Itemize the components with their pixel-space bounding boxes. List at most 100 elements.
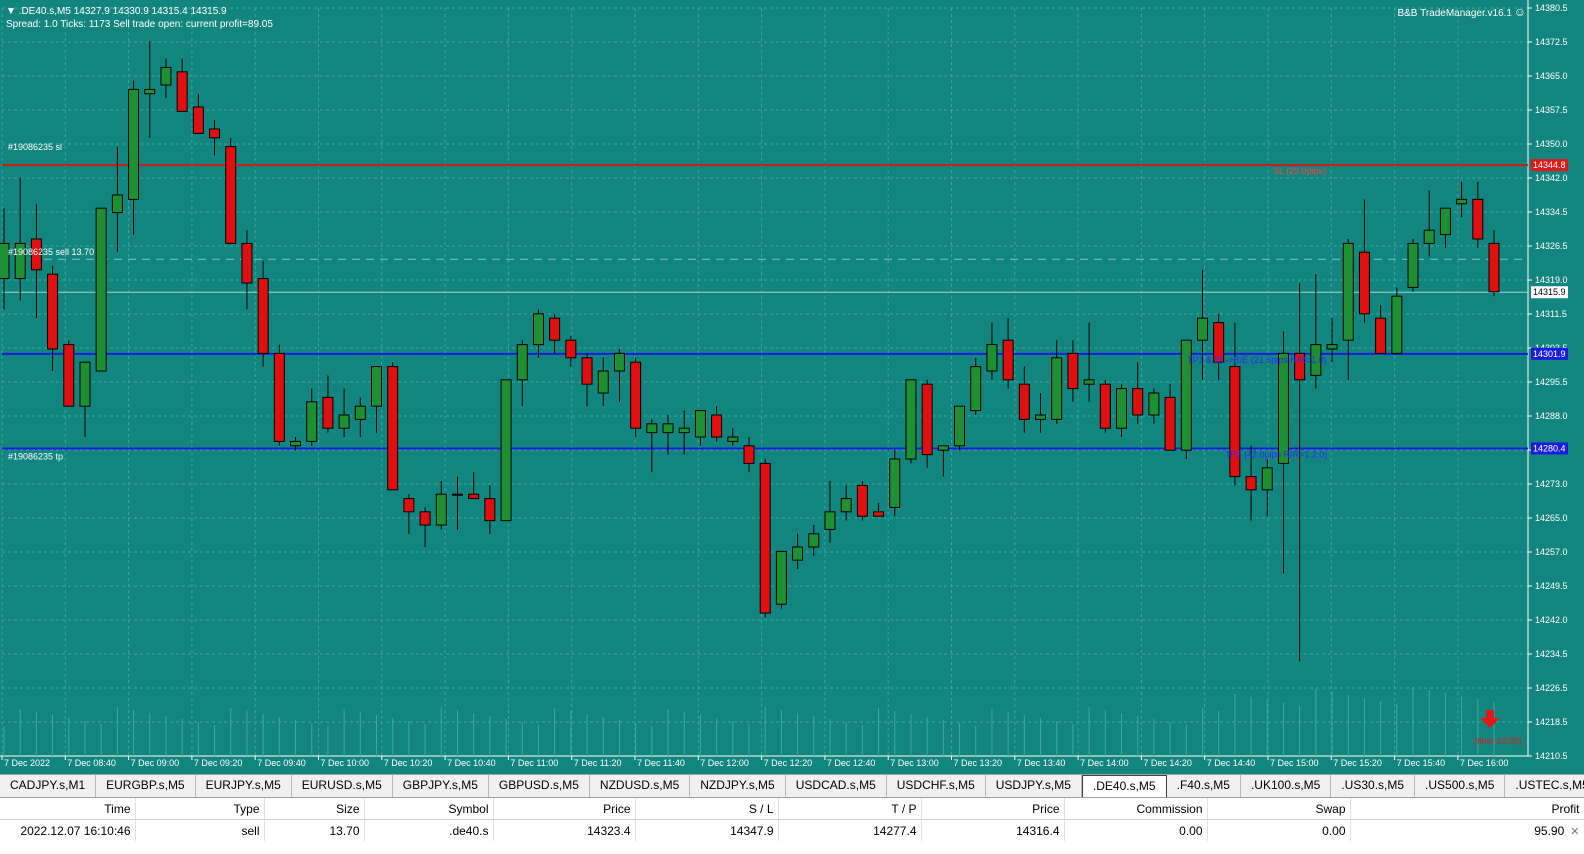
bull-candle[interactable] [111, 194, 123, 214]
bear-candle[interactable] [1375, 317, 1387, 354]
bull-candle[interactable] [613, 352, 625, 372]
bull-candle[interactable] [937, 445, 949, 451]
bull-candle[interactable] [986, 344, 998, 372]
column-header[interactable]: Time [0, 798, 136, 820]
bear-candle[interactable] [257, 278, 269, 354]
bull-candle[interactable] [775, 550, 787, 605]
bull-candle[interactable] [306, 401, 318, 442]
bull-candle[interactable] [678, 427, 690, 434]
close-icon[interactable]: ✕ [1570, 826, 1579, 838]
symbol-tab[interactable]: EURGBP.s,M5 [96, 775, 196, 797]
column-header[interactable]: Price [493, 798, 636, 820]
bear-candle[interactable] [47, 273, 59, 350]
bull-candle[interactable] [1407, 242, 1419, 288]
bear-candle[interactable] [1099, 383, 1111, 429]
bear-candle[interactable] [192, 106, 204, 134]
bull-candle[interactable] [1326, 344, 1338, 350]
bull-candle[interactable] [808, 533, 820, 548]
bear-candle[interactable] [1229, 366, 1241, 478]
bull-candle[interactable] [160, 66, 172, 86]
bull-candle[interactable] [1116, 388, 1127, 429]
bear-candle[interactable] [1018, 383, 1030, 420]
bull-candle[interactable] [1456, 198, 1468, 205]
bear-candle[interactable] [1067, 352, 1079, 390]
bear-candle[interactable] [759, 462, 771, 614]
bull-candle[interactable] [532, 313, 544, 346]
symbol-tab[interactable]: NZDJPY.s,M5 [690, 775, 786, 797]
bear-candle[interactable] [209, 128, 221, 139]
column-header[interactable]: S / L [635, 798, 779, 820]
bear-candle[interactable] [322, 396, 334, 429]
column-header[interactable]: Size [264, 798, 365, 820]
bear-candle[interactable] [1472, 198, 1484, 240]
symbol-tab[interactable]: .DE40.s,M5 [1081, 775, 1167, 797]
bull-candle[interactable] [1083, 379, 1095, 385]
bull-candle[interactable] [1391, 295, 1403, 354]
symbol-tab[interactable]: .US30.s,M5 [1331, 775, 1416, 797]
symbol-tab[interactable]: .US500.s,M5 [1415, 775, 1506, 797]
bear-candle[interactable] [711, 414, 723, 438]
bear-candle[interactable] [856, 484, 868, 517]
bear-candle[interactable] [1132, 388, 1144, 416]
symbol-tab[interactable]: .USTEC.s,M5 [1505, 775, 1584, 797]
bear-candle[interactable] [176, 71, 188, 112]
bear-candle[interactable] [1002, 339, 1014, 381]
symbol-tab[interactable]: USDCHF.s,M5 [887, 775, 986, 797]
column-header[interactable]: Type [135, 798, 265, 820]
bull-candle[interactable] [451, 493, 463, 496]
bull-candle[interactable] [840, 498, 852, 513]
trade-row[interactable]: 2022.12.07 16:10:46 sell 13.70 .de40.s 14323… [0, 819, 1584, 841]
bull-candle[interactable] [970, 366, 982, 412]
symbol-tab[interactable]: .UK100.s,M5 [1241, 775, 1332, 797]
bear-candle[interactable] [468, 493, 480, 500]
bear-candle[interactable] [225, 146, 237, 244]
symbol-tab[interactable]: USDCAD.s,M5 [786, 775, 887, 797]
bear-candle[interactable] [1488, 242, 1500, 293]
bear-candle[interactable] [565, 339, 577, 359]
bull-candle[interactable] [1423, 229, 1435, 244]
bull-candle[interactable] [1261, 467, 1273, 491]
bull-candle[interactable] [1148, 392, 1160, 416]
bear-candle[interactable] [419, 511, 431, 526]
bear-candle[interactable] [743, 445, 755, 464]
bear-candle[interactable] [1358, 251, 1370, 315]
bull-candle[interactable] [1051, 357, 1063, 420]
bull-candle[interactable] [694, 410, 706, 438]
bull-candle[interactable] [597, 370, 609, 394]
bear-candle[interactable] [273, 352, 285, 442]
price-chart[interactable]: 14380.5 14372.5 14365.0 14357.5 14350.0 14342… [0, 0, 1584, 774]
bull-candle[interactable] [435, 493, 447, 526]
bull-candle[interactable] [889, 458, 901, 508]
symbol-tab[interactable]: NZDUSD.s,M5 [590, 775, 691, 797]
bull-candle[interactable] [354, 405, 366, 420]
column-header[interactable]: Symbol [364, 798, 494, 820]
bull-candle[interactable] [371, 366, 382, 407]
column-header[interactable]: Swap [1207, 798, 1351, 820]
bull-candle[interactable] [727, 436, 739, 442]
bull-candle[interactable] [792, 546, 804, 561]
bear-candle[interactable] [484, 498, 496, 522]
symbol-tab[interactable]: CADJPY.s,M1 [0, 775, 97, 797]
user-icon[interactable]: ☺ [1514, 6, 1526, 18]
bull-candle[interactable] [905, 379, 917, 460]
bull-candle[interactable] [1342, 242, 1354, 341]
bull-candle[interactable] [662, 423, 674, 434]
bear-candle[interactable] [241, 242, 253, 284]
column-header[interactable]: Commission [1064, 798, 1208, 820]
bull-candle[interactable] [1439, 207, 1451, 236]
bear-candle[interactable] [387, 366, 399, 491]
bull-candle[interactable] [824, 511, 836, 530]
bull-candle[interactable] [516, 344, 528, 381]
bull-candle[interactable] [338, 414, 350, 429]
bull-candle[interactable] [95, 207, 107, 372]
bull-candle[interactable] [1035, 414, 1047, 420]
symbol-tab[interactable]: EURJPY.s,M5 [196, 775, 292, 797]
symbol-tab[interactable]: GBPJPY.s,M5 [393, 775, 489, 797]
symbol-tab[interactable]: USDJPY.s,M5 [986, 775, 1082, 797]
bear-candle[interactable] [403, 498, 415, 513]
bear-candle[interactable] [1245, 476, 1257, 491]
bear-candle[interactable] [921, 383, 933, 456]
bull-candle[interactable] [144, 88, 156, 95]
column-header[interactable]: Price [921, 798, 1065, 820]
bull-candle[interactable] [290, 440, 302, 447]
